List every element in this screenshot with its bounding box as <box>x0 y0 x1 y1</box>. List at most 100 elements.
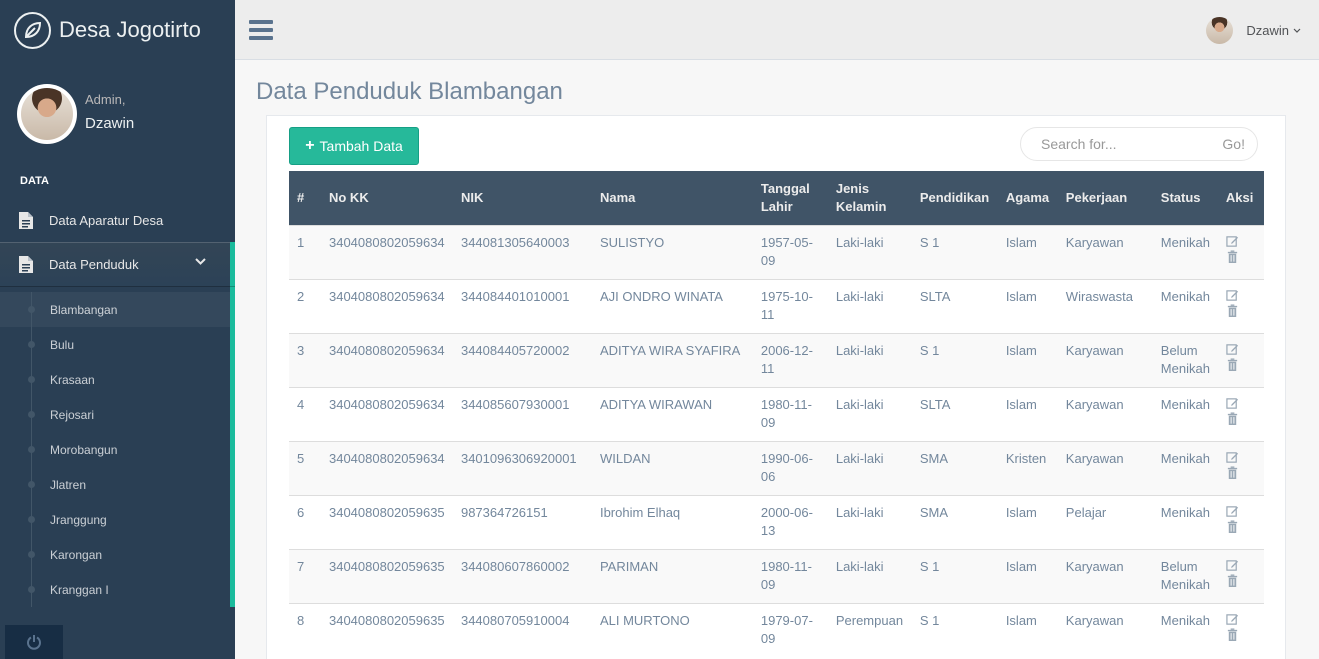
table-cell: 3 <box>289 332 321 387</box>
table-header-cell: Agama <box>1005 189 1050 205</box>
user-name: Dzawin <box>1246 23 1289 38</box>
search-input[interactable] <box>1041 136 1211 152</box>
sidebar-subitem-morobangun[interactable]: Morobangun <box>0 432 230 467</box>
table-cell: 1975-10-11 <box>752 278 828 333</box>
table-cell: SMA <box>911 494 998 549</box>
sidebar-subitem-bulu[interactable]: Bulu <box>0 327 230 362</box>
add-data-button[interactable]: + Tambah Data <box>289 127 419 165</box>
welcome-text: Admin, <box>85 92 126 107</box>
sidebar-subitem-jlatren[interactable]: Jlatren <box>0 467 230 502</box>
edit-icon[interactable] <box>1226 505 1240 519</box>
search-box: Go! <box>1020 127 1258 161</box>
table-cell: Islam <box>997 386 1058 441</box>
table-cell: 8 <box>289 602 321 657</box>
table-cell: S 1 <box>911 224 998 279</box>
brand[interactable]: Desa Jogotirto <box>0 0 235 60</box>
table-cell: SLTA <box>911 278 998 333</box>
table-cell: 1 <box>289 224 321 279</box>
logout-button[interactable] <box>5 625 63 659</box>
table-cell: Laki-laki <box>827 332 912 387</box>
trash-icon[interactable] <box>1226 357 1240 372</box>
edit-icon[interactable] <box>1226 289 1240 303</box>
table-header-cell: # <box>297 189 305 205</box>
table-header-cell: No KK <box>328 189 369 205</box>
table-cell: 3404080802059635 <box>320 494 453 549</box>
table-cell: 2000-06-13 <box>752 494 828 549</box>
edit-icon[interactable] <box>1226 613 1240 627</box>
table-cell: 3404080802059635 <box>320 548 453 603</box>
top-nav: Dzawin <box>235 0 1319 60</box>
edit-icon[interactable] <box>1226 343 1240 357</box>
plus-icon: + <box>305 137 315 154</box>
table-cell: 344080607860002 <box>452 548 592 603</box>
table-cell: Ibrohim Elhaq <box>591 494 753 549</box>
content-panel: + Tambah Data Go! # No KK NIK Nama Tanggal L… <box>266 115 1286 659</box>
table-cell: Islam <box>997 278 1058 333</box>
table-cell: 3404080802059634 <box>320 440 453 495</box>
trash-icon[interactable] <box>1226 519 1240 534</box>
table-cell: Menikah <box>1152 386 1218 441</box>
sidebar-subitem-jranggung[interactable]: Jranggung <box>0 502 230 537</box>
trash-icon[interactable] <box>1226 303 1240 318</box>
trash-icon[interactable] <box>1226 411 1240 426</box>
sidebar-subitem-blambangan[interactable]: Blambangan <box>0 292 230 327</box>
table-cell: Laki-laki <box>827 548 912 603</box>
table-cell: 6 <box>289 494 321 549</box>
table-cell: ADITYA WIRA SYAFIRA <box>591 332 753 387</box>
table-cell: Pelajar <box>1057 494 1153 549</box>
add-data-label: Tambah Data <box>319 138 403 154</box>
edit-icon[interactable] <box>1226 235 1240 249</box>
trash-icon[interactable] <box>1226 465 1240 480</box>
search-go-button[interactable]: Go! <box>1222 136 1245 152</box>
sidebar-subitem-krasaan[interactable]: Krasaan <box>0 362 230 397</box>
edit-icon[interactable] <box>1226 559 1240 573</box>
sidebar-item-data-aparatur[interactable]: Data Aparatur Desa <box>0 198 235 242</box>
edit-icon[interactable] <box>1226 451 1240 465</box>
sidebar-subitem-rejosari[interactable]: Rejosari <box>0 397 230 432</box>
actions-cell <box>1217 386 1264 441</box>
table-header-cell: Pekerjaan <box>1065 189 1128 205</box>
table-cell: 2 <box>289 278 321 333</box>
table-cell: Islam <box>997 224 1058 279</box>
table-cell: Menikah <box>1152 440 1218 495</box>
table-cell: Islam <box>997 332 1058 387</box>
submenu-data-penduduk: Blambangan Bulu Krasaan Rejosari Moroban… <box>0 286 235 607</box>
actions-cell <box>1217 278 1264 333</box>
table-cell: WILDAN <box>591 440 753 495</box>
table-header-cell: Pendidikan <box>919 189 990 205</box>
table-cell: Menikah <box>1152 224 1218 279</box>
table-cell: Laki-laki <box>827 278 912 333</box>
table-header-cell: Nama <box>599 189 636 205</box>
sidebar-subitem-karongan[interactable]: Karongan <box>0 537 230 572</box>
table-cell: Laki-laki <box>827 224 912 279</box>
table-cell: Islam <box>997 494 1058 549</box>
sidebar-item-data-penduduk[interactable]: Data Penduduk <box>0 242 235 286</box>
table-row: 3 3404080802059634 344084405720002 ADITYA W… <box>289 332 1264 387</box>
table-header-cell: Jenis Kelamin <box>835 180 887 214</box>
table-cell: Menikah <box>1152 494 1218 549</box>
table-cell: Karyawan <box>1057 224 1153 279</box>
table-row: 7 3404080802059635 344080607860002 PARIMAN 1… <box>289 548 1264 603</box>
sidebar-subitem-kranggan-i[interactable]: Kranggan I <box>0 572 230 607</box>
profile: Admin, Dzawin <box>0 60 235 150</box>
table-cell: 3404080802059635 <box>320 602 453 657</box>
brand-title: Desa Jogotirto <box>59 17 201 42</box>
table-cell: 344080705910004 <box>452 602 592 657</box>
trash-icon[interactable] <box>1226 627 1240 642</box>
table-cell: Wiraswasta <box>1057 278 1153 333</box>
menu-toggle-icon[interactable] <box>249 20 273 40</box>
user-menu[interactable]: Dzawin <box>1206 17 1301 44</box>
sidebar-item-label: Data Penduduk <box>49 256 139 272</box>
document-icon <box>19 255 33 273</box>
table-cell: S 1 <box>911 332 998 387</box>
trash-icon[interactable] <box>1226 573 1240 588</box>
table-header-cell: Aksi <box>1225 189 1254 205</box>
main-content: Data Penduduk Blambangan + Tambah Data G… <box>235 61 1307 659</box>
table-cell: Belum Menikah <box>1152 332 1218 387</box>
actions-cell <box>1217 332 1264 387</box>
edit-icon[interactable] <box>1226 397 1240 411</box>
table-cell: 4 <box>289 386 321 441</box>
table-cell: AJI ONDRO WINATA <box>591 278 753 333</box>
table-cell: 3404080802059634 <box>320 332 453 387</box>
trash-icon[interactable] <box>1226 249 1240 264</box>
